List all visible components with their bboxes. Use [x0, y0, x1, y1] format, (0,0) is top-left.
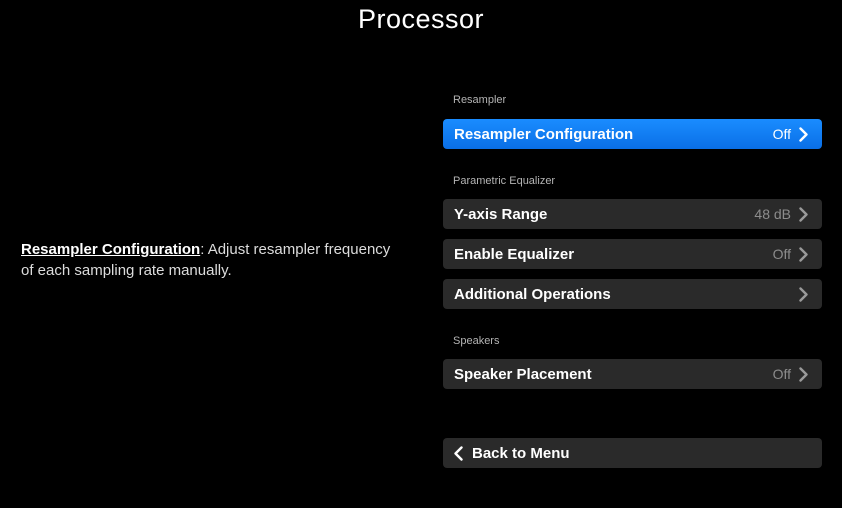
- menu-item-right: 48 dB: [754, 206, 808, 222]
- processor-screen: Processor Resampler Configuration: Adjus…: [0, 0, 842, 508]
- chevron-right-icon: [799, 286, 808, 302]
- menu-item-right: Off: [773, 366, 808, 382]
- menu-item-label: Y-axis Range: [454, 205, 548, 223]
- menu-item-speaker-placement[interactable]: Speaker Placement Off: [443, 359, 822, 389]
- chevron-right-icon: [799, 206, 808, 222]
- menu-item-value: Off: [772, 126, 791, 142]
- chevron-right-icon: [799, 246, 808, 262]
- menu-item-label: Enable Equalizer: [454, 245, 575, 263]
- chevron-left-icon: [454, 445, 463, 461]
- help-term: Resampler Configuration: [21, 241, 201, 258]
- menu-item-label: Resampler Configuration: [454, 125, 634, 143]
- page-title: Processor: [357, 4, 485, 34]
- chevron-right-icon: [799, 126, 808, 142]
- menu-item-value: Off: [772, 366, 791, 382]
- section-header-parametric-equalizer: Parametric Equalizer: [453, 175, 556, 187]
- section-header-speakers: Speakers: [453, 335, 500, 347]
- menu-item-value: 48 dB: [754, 206, 791, 222]
- back-to-menu-label: Back to Menu: [472, 444, 570, 462]
- menu-item-resampler-configuration[interactable]: Resampler Configuration Off: [443, 119, 822, 149]
- menu-item-label: Speaker Placement: [454, 365, 592, 383]
- menu-item-enable-equalizer[interactable]: Enable Equalizer Off: [443, 239, 822, 269]
- back-to-menu-button[interactable]: Back to Menu: [443, 438, 822, 468]
- chevron-right-icon: [799, 366, 808, 382]
- menu-item-value: Off: [772, 246, 791, 262]
- menu-item-right: Off: [773, 246, 808, 262]
- menu-item-right: Off: [773, 126, 808, 142]
- help-description: Resampler Configuration: Adjust resample…: [21, 239, 401, 281]
- menu-item-y-axis-range[interactable]: Y-axis Range 48 dB: [443, 199, 822, 229]
- menu-item-additional-operations[interactable]: Additional Operations: [443, 279, 822, 309]
- section-header-resampler: Resampler: [453, 94, 507, 106]
- menu-item-right: [799, 286, 808, 302]
- menu-item-label: Additional Operations: [454, 285, 611, 303]
